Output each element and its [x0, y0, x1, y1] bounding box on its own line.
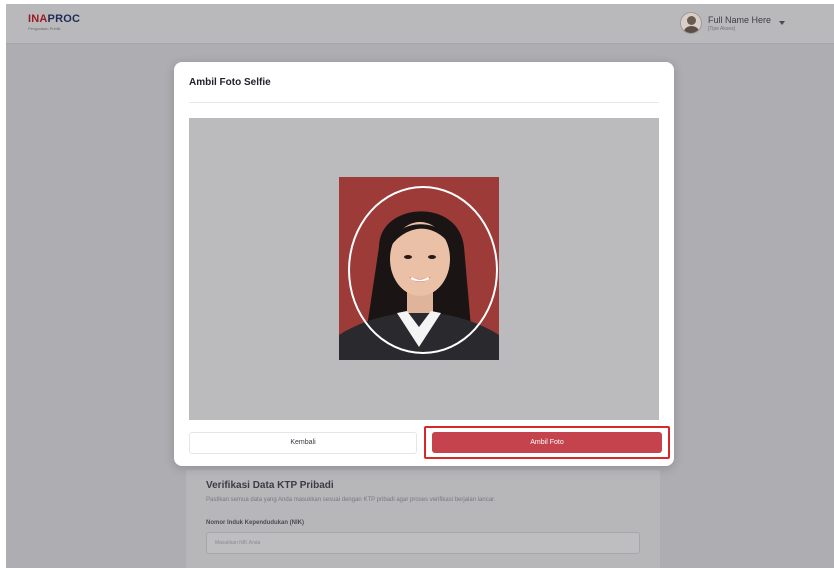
chevron-down-icon[interactable] — [779, 21, 786, 25]
selfie-modal: Ambil Foto Selfie Kembali Ambil Foto — [174, 62, 674, 466]
take-photo-button[interactable]: Ambil Foto — [432, 432, 662, 453]
inaproc-logo[interactable]: INAPROC Pengadaan Publik — [28, 13, 80, 31]
logo-proc: PROC — [47, 13, 81, 25]
logo-subtitle: Pengadaan Publik — [28, 26, 61, 31]
user-role: [Tipe Akses] — [708, 25, 736, 32]
modal-divider — [189, 102, 659, 103]
nik-label: Nomor Induk Kependudukan (NIK) — [206, 520, 304, 526]
take-photo-highlight: Ambil Foto — [424, 426, 670, 459]
camera-preview — [189, 118, 659, 420]
logo-text: INAPROC — [28, 13, 80, 25]
top-navbar: INAPROC Pengadaan Publik Full Name Here … — [6, 4, 834, 44]
user-menu[interactable]: Full Name Here [Tipe Akses] — [680, 12, 786, 34]
face-guide-oval — [348, 186, 498, 354]
ktp-verification-card: Verifikasi Data KTP Pribadi Pastikan sem… — [186, 470, 660, 568]
nik-placeholder: Masukkan NIK Anda — [215, 540, 261, 546]
user-info: Full Name Here [Tipe Akses] — [708, 15, 771, 32]
logo-ina: INA — [28, 13, 48, 25]
app-frame: INAPROC Pengadaan Publik Full Name Here … — [6, 4, 834, 568]
modal-title: Ambil Foto Selfie — [189, 77, 271, 88]
avatar-icon — [680, 12, 702, 34]
ktp-verification-title: Verifikasi Data KTP Pribadi — [206, 480, 334, 491]
ktp-verification-description: Pastikan semua data yang Anda masukkan s… — [206, 497, 496, 503]
user-name: Full Name Here — [708, 14, 772, 25]
nik-input[interactable]: Masukkan NIK Anda — [206, 532, 640, 554]
back-button[interactable]: Kembali — [189, 432, 417, 454]
